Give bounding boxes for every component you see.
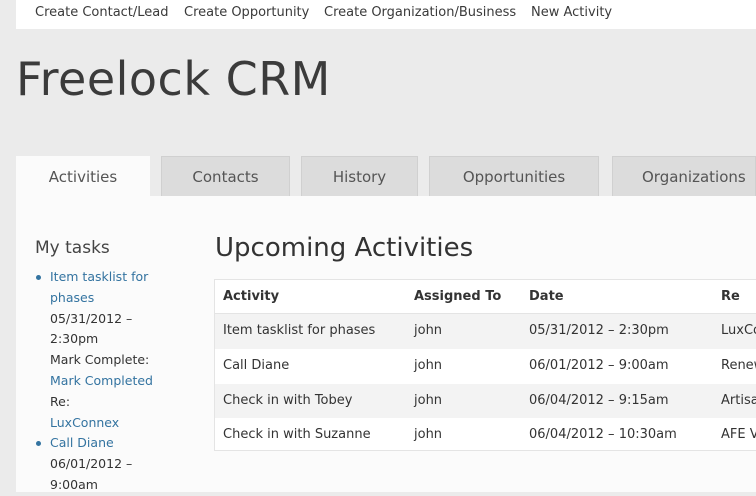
table-row: Item tasklist for phases john 05/31/2012… [215, 314, 756, 349]
task-date-text: 06/01/2012 – 9:00am [50, 456, 133, 492]
column-header-re[interactable]: Re [721, 289, 740, 304]
activity-date: 06/04/2012 – 9:15am [529, 393, 669, 408]
re-link[interactable]: Renew [721, 358, 756, 373]
site-title[interactable]: Freelock CRM [16, 52, 331, 106]
table-header: Activity Assigned To Date Re [215, 280, 756, 314]
assignee-link[interactable]: john [414, 358, 442, 373]
re-link[interactable]: Artisan [721, 393, 756, 408]
task-mark-row: Mark Completed [36, 371, 166, 392]
tab-opportunities[interactable]: Opportunities [429, 156, 599, 196]
table-row: Call Diane john 06/01/2012 – 9:00am Rene… [215, 349, 756, 384]
task-re-row: Re: [36, 392, 166, 413]
tab-history[interactable]: History [301, 156, 418, 196]
sidebar-title: My tasks [35, 238, 110, 258]
task-date: 05/31/2012 – 2:30pm [36, 309, 160, 351]
activity-date: 06/04/2012 – 10:30am [529, 427, 677, 442]
activity-link[interactable]: Check in with Tobey [223, 393, 352, 408]
assignee-link[interactable]: john [414, 427, 442, 442]
re-link[interactable]: LuxConnex [50, 415, 119, 430]
activity-link[interactable]: Call Diane [223, 358, 289, 373]
mark-complete-label: Mark Complete: [50, 352, 150, 368]
create-opportunity-link[interactable]: Create Opportunity [184, 5, 309, 20]
task-list: Item tasklist for phases 05/31/2012 – 2:… [36, 267, 166, 496]
new-activity-link[interactable]: New Activity [531, 5, 612, 20]
column-header-date[interactable]: Date [529, 289, 564, 304]
column-header-activity[interactable]: Activity [223, 289, 279, 304]
activity-link[interactable]: Item tasklist for phases [223, 323, 375, 338]
main-title: Upcoming Activities [215, 233, 474, 263]
table-row: Check in with Tobey john 06/04/2012 – 9:… [215, 384, 756, 419]
list-item: Item tasklist for phases [36, 267, 166, 309]
activity-link[interactable]: Check in with Suzanne [223, 427, 371, 442]
create-organization-link[interactable]: Create Organization/Business [324, 5, 516, 20]
assignee-link[interactable]: john [414, 393, 442, 408]
create-contact-link[interactable]: Create Contact/Lead [35, 5, 169, 20]
table-row: Check in with Suzanne john 06/04/2012 – … [215, 418, 756, 450]
task-mark-label: Mark Complete: [36, 350, 166, 371]
bullet-icon [36, 275, 41, 280]
activity-date: 05/31/2012 – 2:30pm [529, 323, 669, 338]
task-re-link-row: LuxConnex [36, 413, 166, 434]
task-link[interactable]: Call Diane [50, 435, 114, 450]
task-date: 06/01/2012 – 9:00am [36, 454, 160, 496]
task-date-text: 05/31/2012 – 2:30pm [50, 310, 133, 347]
re-link[interactable]: LuxConnex [721, 323, 756, 338]
mark-completed-link[interactable]: Mark Completed [50, 373, 153, 388]
re-label: Re: [50, 393, 71, 409]
column-header-assigned[interactable]: Assigned To [414, 289, 501, 304]
re-link[interactable]: AFE V [721, 427, 756, 442]
activities-table: Activity Assigned To Date Re Item taskli… [214, 279, 756, 451]
bullet-icon [36, 441, 41, 447]
assignee-link[interactable]: john [414, 323, 442, 338]
activity-date: 06/01/2012 – 9:00am [529, 358, 669, 373]
task-link[interactable]: Item tasklist for phases [50, 267, 160, 309]
list-item: Call Diane [36, 433, 166, 454]
top-nav: Create Contact/Lead Create Opportunity C… [16, 0, 756, 29]
tab-organizations[interactable]: Organizations [612, 156, 756, 196]
tab-contacts[interactable]: Contacts [161, 156, 290, 196]
tab-activities[interactable]: Activities [16, 156, 150, 198]
